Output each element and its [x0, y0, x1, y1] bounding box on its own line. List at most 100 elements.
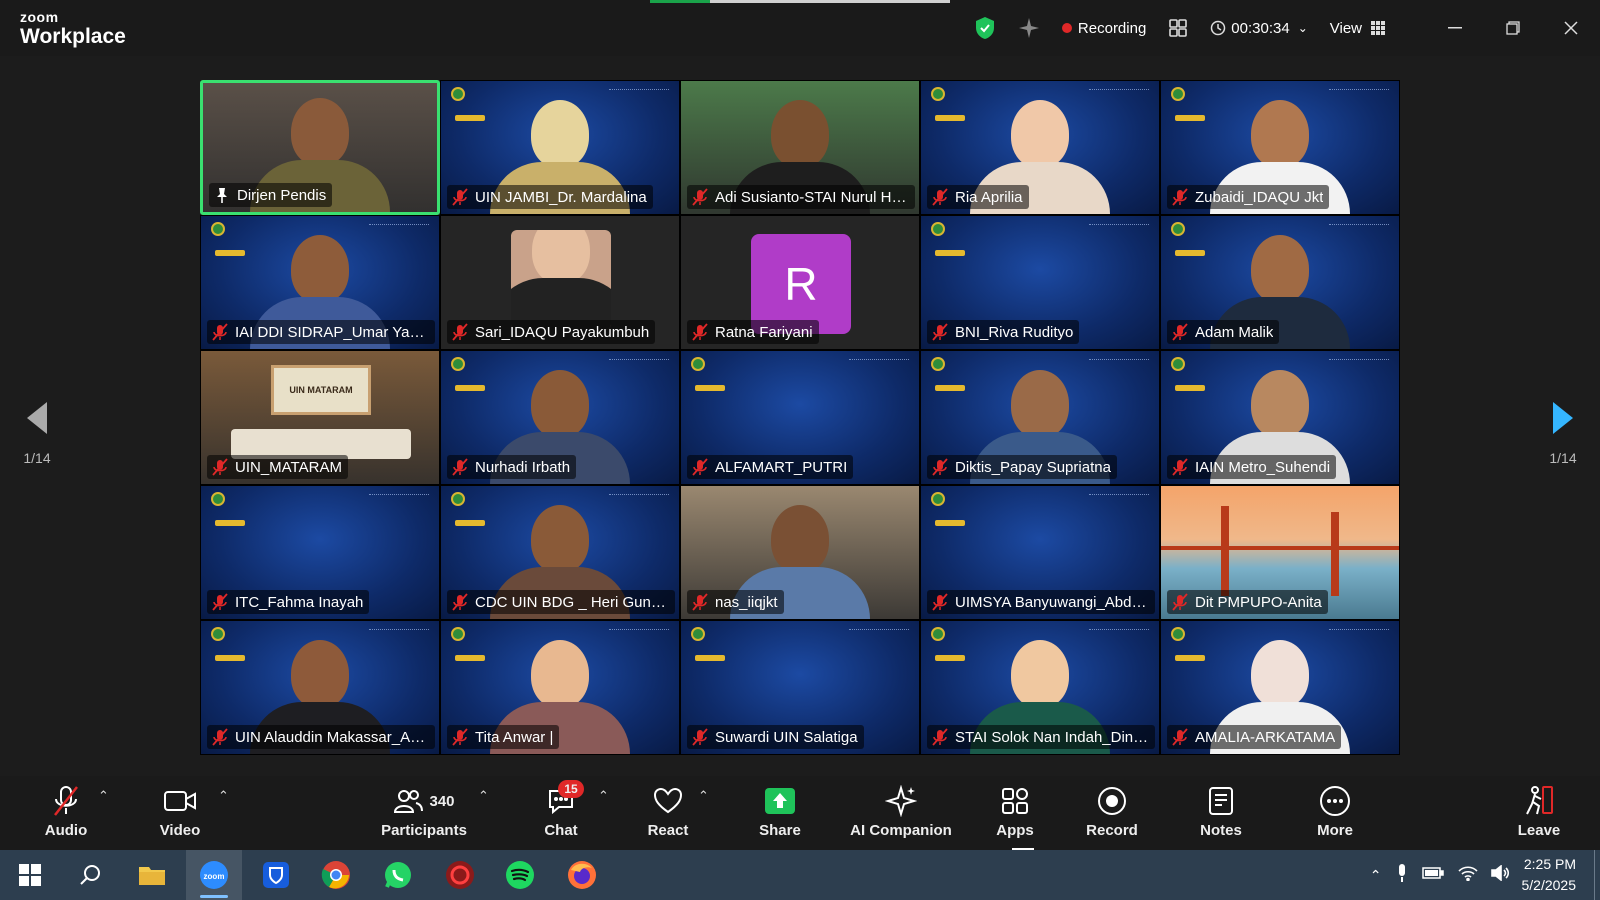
minimize-button[interactable]: [1426, 0, 1484, 56]
video-tile[interactable]: Ria Aprilia: [920, 80, 1160, 215]
file-explorer-icon[interactable]: [134, 857, 170, 893]
video-options-caret-icon[interactable]: ⌃: [218, 788, 229, 804]
video-tile[interactable]: Diktis_Papay Supriatna: [920, 350, 1160, 485]
ai-sparkle-icon[interactable]: [1018, 17, 1040, 39]
ai-companion-button[interactable]: AI Companion: [848, 782, 954, 839]
video-tile[interactable]: BNI_Riva Rudityo: [920, 215, 1160, 350]
video-tile[interactable]: Adi Susianto-STAI Nurul Hu...: [680, 80, 920, 215]
meeting-timer[interactable]: 00:30:34 ⌄: [1210, 20, 1308, 37]
bitwarden-icon[interactable]: [258, 857, 294, 893]
video-tile[interactable]: Tita Anwar |: [440, 620, 680, 755]
avatar: R: [751, 234, 851, 334]
ministry-logo-icon: [211, 627, 225, 641]
react-button[interactable]: React: [640, 782, 696, 839]
video-tile[interactable]: CDC UIN BDG _ Heri Gunaw...: [440, 485, 680, 620]
chat-button[interactable]: 15 Chat: [536, 780, 586, 839]
participants-button[interactable]: 340 Participants: [378, 782, 470, 839]
apps-button[interactable]: Apps: [990, 782, 1040, 839]
video-tile[interactable]: IAIN Metro_Suhendi: [1160, 350, 1400, 485]
more-button[interactable]: More: [1310, 782, 1360, 839]
ministry-logo-icon: [451, 627, 465, 641]
more-icon: [1310, 782, 1360, 820]
close-button[interactable]: [1542, 0, 1600, 56]
video-tile[interactable]: IAI DDI SIDRAP_Umar Yahya: [200, 215, 440, 350]
chat-caret-icon[interactable]: ⌃: [598, 788, 609, 804]
start-icon[interactable]: [12, 857, 48, 893]
video-tile[interactable]: STAI Solok Nan Indah_Dina ...: [920, 620, 1160, 755]
program-banner: [455, 518, 485, 526]
prev-page-button[interactable]: 1/14: [2, 401, 72, 466]
audio-options-caret-icon[interactable]: ⌃: [98, 788, 109, 804]
participants-label: Participants: [381, 822, 467, 839]
firefox-icon[interactable]: [564, 857, 600, 893]
sponsor-logos: [1089, 89, 1149, 97]
video-tile[interactable]: AMALIA-ARKATAMA: [1160, 620, 1400, 755]
video-tile[interactable]: Nurhadi Irbath: [440, 350, 680, 485]
app-red-icon[interactable]: [442, 857, 478, 893]
mic-muted-icon: [932, 458, 948, 476]
video-button[interactable]: Video: [150, 782, 210, 839]
ministry-logo-icon: [1171, 87, 1185, 101]
video-tile[interactable]: Suwardi UIN Salatiga: [680, 620, 920, 755]
participant-name: Dit PMPUPO-Anita: [1167, 590, 1328, 614]
video-tile[interactable]: UIN Alauddin Makassar_Ah...: [200, 620, 440, 755]
video-tile[interactable]: nas_iiqjkt: [680, 485, 920, 620]
video-label: Video: [159, 822, 201, 839]
tray-overflow-chevron-icon[interactable]: ⌃: [1370, 867, 1382, 884]
video-tile[interactable]: Dirjen Pendis: [200, 80, 440, 215]
video-tile[interactable]: UIN MATARAM UIN_MATARAM: [200, 350, 440, 485]
mic-muted-icon: [932, 323, 948, 341]
ministry-logo-icon: [691, 357, 705, 371]
participants-caret-icon[interactable]: ⌃: [478, 788, 489, 804]
gallery-grid-icon[interactable]: [1168, 18, 1188, 38]
audio-button[interactable]: Audio: [38, 782, 94, 839]
search-icon[interactable]: [72, 857, 108, 893]
participant-name-text: Suwardi UIN Salatiga: [715, 728, 858, 746]
restore-button[interactable]: [1484, 0, 1542, 56]
video-tile[interactable]: Dit PMPUPO-Anita: [1160, 485, 1400, 620]
video-tile[interactable]: Sari_IDAQU Payakumbuh: [440, 215, 680, 350]
participant-name: Sari_IDAQU Payakumbuh: [447, 320, 656, 344]
windows-taskbar: zoom ⌃ 2:25 PM 5/2/2025: [0, 850, 1600, 900]
record-button[interactable]: Record: [1082, 782, 1142, 839]
microphone-tray-icon[interactable]: [1396, 863, 1408, 888]
share-button[interactable]: Share: [752, 782, 808, 839]
mic-muted-icon: [1172, 593, 1188, 611]
notes-button[interactable]: Notes: [1194, 782, 1248, 839]
video-tile[interactable]: ALFAMART_PUTRI: [680, 350, 920, 485]
next-page-button[interactable]: 1/14: [1528, 401, 1598, 466]
spotify-icon[interactable]: [502, 857, 538, 893]
security-shield-icon[interactable]: [974, 16, 996, 40]
show-desktop-button[interactable]: [1594, 850, 1600, 900]
video-tile[interactable]: ITC_Fahma Inayah: [200, 485, 440, 620]
ministry-logo-icon: [931, 627, 945, 641]
participant-name-text: ITC_Fahma Inayah: [235, 593, 364, 611]
participant-name-text: Ria Aprilia: [955, 188, 1023, 206]
leave-button[interactable]: Leave: [1514, 782, 1564, 839]
gallery-grid: Dirjen Pendis UIN JAMBI_Dr. Mardalina Adi …: [200, 80, 1400, 755]
page-indicator-left: 1/14: [23, 450, 51, 466]
bridge-tower: [1221, 506, 1229, 596]
participant-name-text: UIMSYA Banyuwangi_Abdi F...: [955, 593, 1149, 611]
taskbar-clock[interactable]: 2:25 PM 5/2/2025: [1522, 854, 1577, 896]
video-tile[interactable]: UIN JAMBI_Dr. Mardalina: [440, 80, 680, 215]
recording-indicator[interactable]: Recording: [1061, 20, 1146, 37]
video-tile[interactable]: UIMSYA Banyuwangi_Abdi F...: [920, 485, 1160, 620]
view-button[interactable]: View: [1330, 20, 1386, 37]
video-tile[interactable]: R Ratna Fariyani: [680, 215, 920, 350]
zoom-icon[interactable]: zoom: [196, 857, 232, 893]
view-grid-icon: [1371, 21, 1385, 35]
more-label: More: [1317, 822, 1353, 839]
program-banner: [1175, 383, 1205, 391]
chrome-icon[interactable]: [318, 857, 354, 893]
program-banner: [215, 248, 245, 256]
whatsapp-icon[interactable]: [380, 857, 416, 893]
battery-icon[interactable]: [1421, 866, 1444, 885]
video-tile[interactable]: Adam Malik: [1160, 215, 1400, 350]
participant-name: IAI DDI SIDRAP_Umar Yahya: [207, 320, 435, 344]
wifi-icon[interactable]: [1457, 865, 1478, 886]
video-tile[interactable]: Zubaidi_IDAQU Jkt: [1160, 80, 1400, 215]
react-caret-icon[interactable]: ⌃: [698, 788, 709, 804]
audio-label: Audio: [44, 822, 88, 839]
volume-icon[interactable]: [1490, 863, 1510, 886]
